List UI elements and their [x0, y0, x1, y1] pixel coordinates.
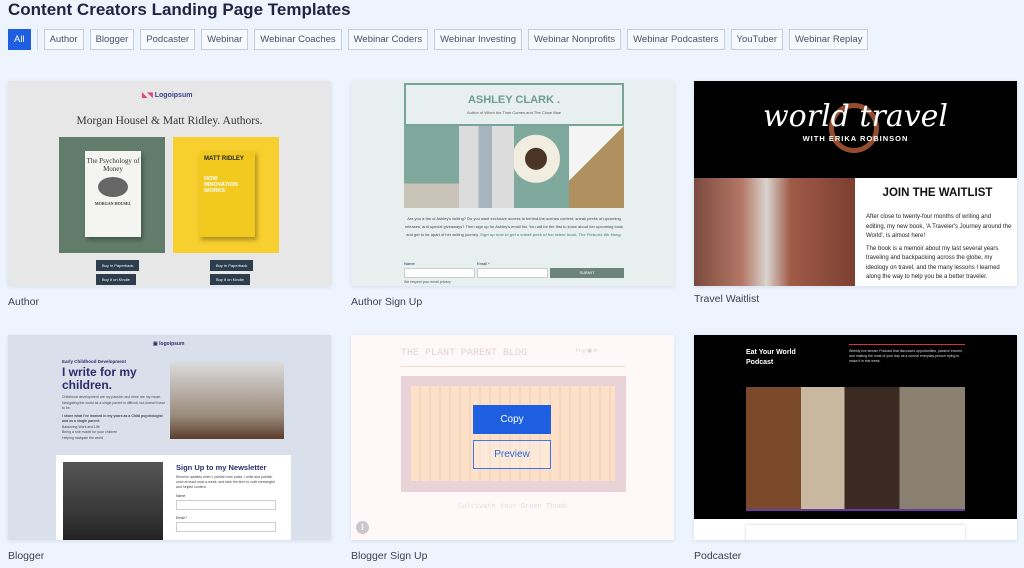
- submit-button: SUBMIT: [550, 268, 624, 278]
- category-filters: All Author Blogger Podcaster Webinar Web…: [8, 29, 869, 50]
- book-image-2: MATT RIDLEY HOW INNOVATION WORKS: [173, 137, 279, 253]
- filter-webinar-investing[interactable]: Webinar Investing: [434, 29, 522, 50]
- name-field: [404, 268, 475, 278]
- copy-button[interactable]: Copy: [473, 405, 551, 434]
- heading: I write for my children.: [62, 365, 137, 392]
- family-photo: [170, 362, 284, 439]
- photo-collage: [404, 126, 624, 208]
- filter-author[interactable]: Author: [43, 29, 84, 50]
- blog-title: THE PLANT PARENT BLOG: [401, 348, 528, 359]
- logo: ◣◥ Logoipsum: [142, 92, 193, 99]
- email-field: [477, 268, 548, 278]
- podcast-photo: [746, 387, 965, 511]
- buy-kindle-button: Buy it on Kindle: [96, 274, 136, 285]
- filter-youtuber[interactable]: YouTuber: [730, 29, 783, 50]
- signup-box: [746, 525, 965, 540]
- filter-webinar-coaches[interactable]: Webinar Coaches: [254, 29, 342, 50]
- heading: Morgan Housel & Matt Ridley. Authors.: [76, 115, 263, 127]
- social-icons: f t ◎ ▣ in: [576, 348, 598, 354]
- hero-banner: world travel WITH ERIKA ROBINSON: [694, 81, 1017, 178]
- template-card-podcaster[interactable]: Eat Your World Podcast Weekly live strea…: [694, 335, 1017, 540]
- preview-button[interactable]: Preview: [473, 440, 551, 469]
- template-name[interactable]: Travel Waitlist: [694, 293, 759, 305]
- tagline: Cultivate Your Green Thumb: [457, 503, 568, 511]
- divider: [36, 29, 38, 50]
- book-image-1: The Psychology of Money MORGAN HOUSEL: [59, 137, 165, 253]
- filter-blogger[interactable]: Blogger: [89, 29, 135, 50]
- buy-paperback-button: Buy in Paperback: [96, 260, 140, 271]
- divider: [401, 366, 626, 367]
- street-photo: [694, 178, 855, 286]
- template-name[interactable]: Podcaster: [694, 550, 741, 562]
- filter-webinar-nonprofits[interactable]: Webinar Nonprofits: [527, 29, 622, 50]
- page-title: Content Creators Landing Page Templates: [8, 0, 351, 19]
- template-name[interactable]: Blogger: [8, 550, 44, 562]
- template-name[interactable]: Author: [8, 296, 39, 308]
- hero-banner: Eat Your World Podcast Weekly live strea…: [694, 335, 1017, 519]
- header-box: ASHLEY CLARK . Author of When the Time C…: [404, 83, 624, 126]
- info-icon[interactable]: i: [356, 521, 369, 534]
- filter-webinar-podcasters[interactable]: Webinar Podcasters: [627, 29, 725, 50]
- privacy-note: We respect your email privacy: [404, 280, 451, 284]
- name-label: Name: [404, 261, 415, 266]
- hero-image: [401, 376, 626, 492]
- email-label: Email *: [477, 261, 490, 266]
- waitlist-heading: JOIN THE WAITLIST: [882, 187, 993, 199]
- filter-webinar-replay[interactable]: Webinar Replay: [789, 29, 869, 50]
- template-card-author-sign-up[interactable]: ASHLEY CLARK . Author of When the Time C…: [351, 81, 674, 286]
- filter-podcaster[interactable]: Podcaster: [140, 29, 196, 50]
- filter-all[interactable]: All: [8, 29, 31, 50]
- template-card-blogger[interactable]: ▣ logoipsum Early Childhood Development …: [8, 335, 331, 540]
- template-name[interactable]: Blogger Sign Up: [351, 550, 427, 562]
- newsletter-section: Sign Up to my Newsletter Receive updates…: [56, 455, 291, 540]
- template-card-travel-waitlist[interactable]: world travel WITH ERIKA ROBINSON JOIN TH…: [694, 81, 1017, 286]
- template-name[interactable]: Author Sign Up: [351, 296, 422, 308]
- body-text: Childhood development are my passion and…: [62, 395, 166, 440]
- template-card-author[interactable]: ◣◥ Logoipsum Morgan Housel & Matt Ridley…: [8, 81, 331, 286]
- buy-kindle-button: Buy it on Kindle: [210, 274, 250, 285]
- filter-webinar[interactable]: Webinar: [201, 29, 249, 50]
- template-card-blogger-sign-up[interactable]: THE PLANT PARENT BLOG f t ◎ ▣ in Copy Pr…: [351, 335, 674, 540]
- eyebrow: Early Childhood Development: [62, 359, 127, 364]
- buy-paperback-button: Buy in Paperback: [210, 260, 254, 271]
- body-text: Are you a fan of Ashley's writing? Do yo…: [404, 216, 624, 237]
- logo: ▣ logoipsum: [153, 341, 185, 347]
- filter-webinar-coders[interactable]: Webinar Coders: [347, 29, 429, 50]
- body-text: After close to twenty-four months of wri…: [866, 214, 1012, 280]
